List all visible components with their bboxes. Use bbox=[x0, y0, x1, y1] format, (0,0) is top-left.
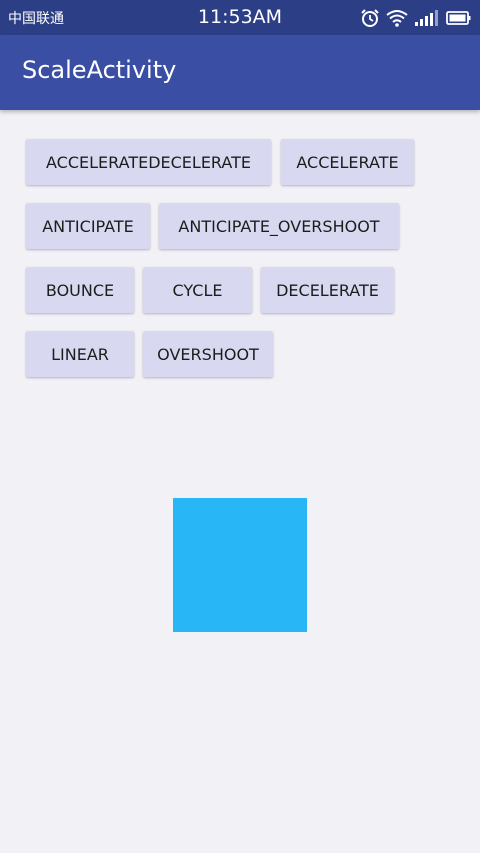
app-bar: ScaleActivity bbox=[0, 35, 480, 110]
linear-button[interactable]: LINEAR bbox=[26, 331, 134, 377]
anticipate-overshoot-button[interactable]: ANTICIPATE_OVERSHOOT bbox=[159, 203, 399, 249]
decelerate-button[interactable]: DECELERATE bbox=[261, 267, 394, 313]
alarm-icon bbox=[361, 9, 379, 27]
bounce-button[interactable]: BOUNCE bbox=[26, 267, 134, 313]
page-title: ScaleActivity bbox=[22, 56, 177, 84]
signal-icon bbox=[415, 10, 438, 26]
cycle-button[interactable]: CYCLE bbox=[143, 267, 252, 313]
status-bar: 中国联通 11:53AM bbox=[0, 0, 480, 35]
wifi-icon bbox=[386, 10, 408, 27]
scale-target-square bbox=[173, 498, 307, 632]
battery-icon bbox=[446, 11, 471, 25]
status-time: 11:53AM bbox=[197, 6, 283, 28]
accelerate-decelerate-button[interactable]: ACCELERATEDECELERATE bbox=[26, 139, 271, 185]
anticipate-button[interactable]: ANTICIPATE bbox=[26, 203, 150, 249]
overshoot-button[interactable]: OVERSHOOT bbox=[143, 331, 273, 377]
accelerate-button[interactable]: ACCELERATE bbox=[281, 139, 414, 185]
